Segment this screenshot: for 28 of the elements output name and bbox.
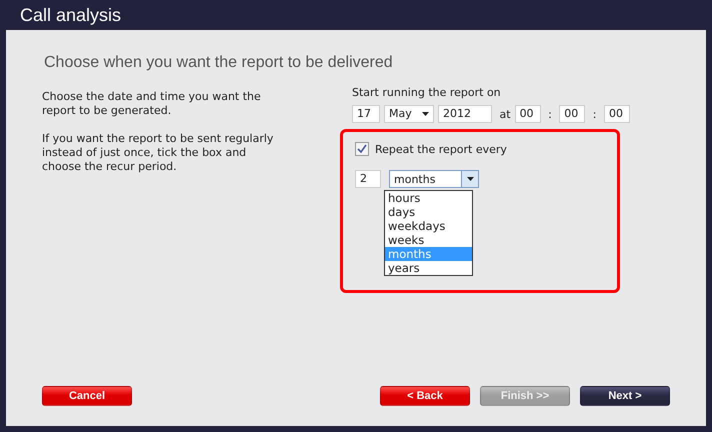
period-option[interactable]: days [385,205,472,219]
time-separator: : [592,108,598,120]
period-select[interactable]: months [389,170,479,188]
caret-icon [466,177,474,181]
second-field[interactable]: 00 [604,105,630,123]
day-field[interactable]: 17 [352,105,380,123]
period-option[interactable]: years [385,261,472,275]
help-text: If you want the report to be sent regularly instead of just once, tick the box and choose the recur period. [42,132,274,174]
caret-icon [422,112,429,116]
month-select[interactable]: May [384,105,434,123]
at-label: at [498,108,511,120]
period-option[interactable]: weeks [385,233,472,247]
start-label: Start running the report on [352,86,501,99]
hour-field[interactable]: 00 [514,105,541,123]
period-option[interactable]: weekdays [385,219,472,233]
next-button[interactable]: Next > [580,386,670,406]
minute-field[interactable]: 00 [559,105,586,123]
period-option[interactable]: hours [385,191,472,205]
section-heading: Choose when you want the report to be delivered [44,54,393,72]
repeat-checkbox[interactable] [355,142,369,156]
year-field[interactable]: 2012 [438,105,492,123]
help-text: Choose the date and time you want the report to be generated. [42,90,262,118]
repeat-label: Repeat the report every [375,142,507,156]
back-button[interactable]: < Back [380,386,470,406]
time-separator: : [547,108,553,120]
count-field[interactable]: 2 [355,170,381,188]
window-title: Call analysis [19,4,122,27]
cancel-button[interactable]: Cancel [42,386,132,406]
